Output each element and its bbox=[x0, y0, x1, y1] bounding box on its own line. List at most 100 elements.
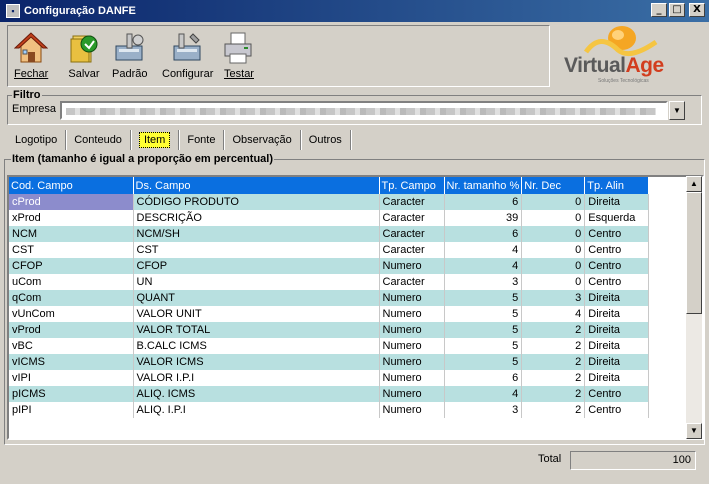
tab-logotipo[interactable]: Logotipo bbox=[7, 130, 67, 150]
table-cell[interactable]: Direita bbox=[584, 322, 650, 338]
table-cell[interactable]: Numero bbox=[379, 354, 445, 370]
scroll-thumb[interactable] bbox=[686, 192, 702, 314]
table-row[interactable]: vProd VALOR TOTAL Numero 5 2 Direita bbox=[9, 322, 650, 338]
table-cell[interactable]: 0 bbox=[521, 242, 586, 258]
table-cell[interactable]: CFOP bbox=[9, 258, 134, 274]
table-row[interactable]: vBC B.CALC ICMS Numero 5 2 Direita bbox=[9, 338, 650, 354]
table-cell[interactable]: pIPI bbox=[9, 402, 134, 418]
table-cell[interactable]: 2 bbox=[521, 354, 586, 370]
table-cell[interactable]: B.CALC ICMS bbox=[133, 338, 380, 354]
tab-outros[interactable]: Outros bbox=[301, 130, 351, 150]
table-cell[interactable]: Caracter bbox=[379, 226, 445, 242]
fechar-button[interactable]: Fechar bbox=[13, 30, 49, 80]
testar-button[interactable]: Testar bbox=[222, 30, 256, 80]
table-cell[interactable]: ALIQ. I.P.I bbox=[133, 402, 380, 418]
table-cell[interactable]: vIPI bbox=[9, 370, 134, 386]
table-cell[interactable]: NCM/SH bbox=[133, 226, 380, 242]
table-cell[interactable]: Numero bbox=[379, 386, 445, 402]
table-cell[interactable]: qCom bbox=[9, 290, 134, 306]
table-cell[interactable]: 0 bbox=[521, 210, 586, 226]
table-cell[interactable]: 4 bbox=[444, 242, 523, 258]
table-row[interactable]: CFOP CFOP Numero 4 0 Centro bbox=[9, 258, 650, 274]
table-cell[interactable]: 6 bbox=[444, 226, 523, 242]
table-cell[interactable]: 0 bbox=[521, 194, 586, 210]
table-cell[interactable]: Caracter bbox=[379, 242, 445, 258]
table-cell[interactable]: Centro bbox=[584, 258, 650, 274]
salvar-button[interactable]: Salvar bbox=[67, 30, 101, 80]
table-cell[interactable]: Direita bbox=[584, 338, 650, 354]
tab-observacao[interactable]: Observação bbox=[224, 130, 301, 150]
table-cell[interactable]: Direita bbox=[584, 370, 650, 386]
table-row[interactable]: vUnCom VALOR UNIT Numero 5 4 Direita bbox=[9, 306, 650, 322]
table-cell[interactable]: 4 bbox=[444, 386, 523, 402]
table-row[interactable]: CST CST Caracter 4 0 Centro bbox=[9, 242, 650, 258]
empresa-select[interactable] bbox=[60, 101, 668, 120]
table-cell[interactable]: 2 bbox=[521, 370, 586, 386]
table-cell[interactable]: 5 bbox=[444, 354, 523, 370]
table-cell[interactable]: vICMS bbox=[9, 354, 134, 370]
table-row[interactable]: qCom QUANT Numero 5 3 Direita bbox=[9, 290, 650, 306]
table-cell[interactable]: Direita bbox=[584, 354, 650, 370]
table-cell[interactable]: CST bbox=[133, 242, 380, 258]
table-cell[interactable]: Esquerda bbox=[584, 210, 650, 226]
minimize-button[interactable]: _ bbox=[651, 3, 667, 17]
table-cell[interactable]: Caracter bbox=[379, 210, 445, 226]
padrao-button[interactable]: Padrão bbox=[112, 30, 147, 80]
table-cell[interactable]: VALOR I.P.I bbox=[133, 370, 380, 386]
table-cell[interactable]: Numero bbox=[379, 306, 445, 322]
table-cell[interactable]: 4 bbox=[444, 258, 523, 274]
col-tp-alin[interactable]: Tp. Alin bbox=[584, 177, 650, 194]
table-row[interactable]: pICMS ALIQ. ICMS Numero 4 2 Centro bbox=[9, 386, 650, 402]
table-cell[interactable]: 3 bbox=[521, 290, 586, 306]
item-grid[interactable]: Cod. Campo Ds. Campo Tp. Campo Nr. taman… bbox=[7, 175, 704, 440]
table-cell[interactable]: Centro bbox=[584, 274, 650, 290]
table-cell[interactable]: 6 bbox=[444, 370, 523, 386]
table-cell[interactable]: Numero bbox=[379, 258, 445, 274]
table-cell[interactable]: Direita bbox=[584, 194, 650, 210]
tab-conteudo[interactable]: Conteudo bbox=[66, 130, 131, 150]
table-row[interactable]: xProd DESCRIÇÃO Caracter 39 0 Esquerda bbox=[9, 210, 650, 226]
table-cell[interactable]: pICMS bbox=[9, 386, 134, 402]
table-cell[interactable]: Numero bbox=[379, 402, 445, 418]
table-cell[interactable]: 5 bbox=[444, 290, 523, 306]
table-cell[interactable]: Centro bbox=[584, 386, 650, 402]
table-cell[interactable]: Caracter bbox=[379, 274, 445, 290]
table-row[interactable]: pIPI ALIQ. I.P.I Numero 3 2 Centro bbox=[9, 402, 650, 418]
table-cell[interactable]: Direita bbox=[584, 290, 650, 306]
col-nr-dec[interactable]: Nr. Dec bbox=[521, 177, 586, 194]
table-row[interactable]: vICMS VALOR ICMS Numero 5 2 Direita bbox=[9, 354, 650, 370]
table-cell[interactable]: 5 bbox=[444, 338, 523, 354]
maximize-button[interactable]: □ bbox=[669, 3, 685, 17]
table-cell[interactable]: Numero bbox=[379, 322, 445, 338]
table-cell[interactable]: 2 bbox=[521, 402, 586, 418]
table-cell[interactable]: 3 bbox=[444, 402, 523, 418]
table-cell[interactable]: vUnCom bbox=[9, 306, 134, 322]
table-cell[interactable]: xProd bbox=[9, 210, 134, 226]
table-cell[interactable]: CST bbox=[9, 242, 134, 258]
grid-vertical-scrollbar[interactable]: ▲ ▼ bbox=[686, 176, 702, 439]
table-cell[interactable]: 0 bbox=[521, 258, 586, 274]
tab-item[interactable]: Item bbox=[131, 130, 180, 150]
table-cell[interactable]: VALOR UNIT bbox=[133, 306, 380, 322]
table-cell[interactable]: CFOP bbox=[133, 258, 380, 274]
table-cell[interactable]: CÓDIGO PRODUTO bbox=[133, 194, 380, 210]
table-cell[interactable]: 0 bbox=[521, 226, 586, 242]
table-cell[interactable]: VALOR TOTAL bbox=[133, 322, 380, 338]
table-cell[interactable]: cProd bbox=[9, 194, 134, 210]
table-cell[interactable]: 39 bbox=[444, 210, 523, 226]
table-cell[interactable]: 5 bbox=[444, 306, 523, 322]
scroll-down-button[interactable]: ▼ bbox=[686, 423, 702, 439]
table-cell[interactable]: vBC bbox=[9, 338, 134, 354]
table-cell[interactable]: uCom bbox=[9, 274, 134, 290]
table-cell[interactable]: Numero bbox=[379, 290, 445, 306]
table-cell[interactable]: 3 bbox=[444, 274, 523, 290]
table-cell[interactable]: 2 bbox=[521, 386, 586, 402]
table-cell[interactable]: ALIQ. ICMS bbox=[133, 386, 380, 402]
table-cell[interactable]: 2 bbox=[521, 322, 586, 338]
close-button[interactable]: X bbox=[689, 3, 705, 17]
table-cell[interactable]: 5 bbox=[444, 322, 523, 338]
col-ds-campo[interactable]: Ds. Campo bbox=[133, 177, 380, 194]
table-cell[interactable]: NCM bbox=[9, 226, 134, 242]
table-cell[interactable]: Centro bbox=[584, 226, 650, 242]
table-cell[interactable]: QUANT bbox=[133, 290, 380, 306]
